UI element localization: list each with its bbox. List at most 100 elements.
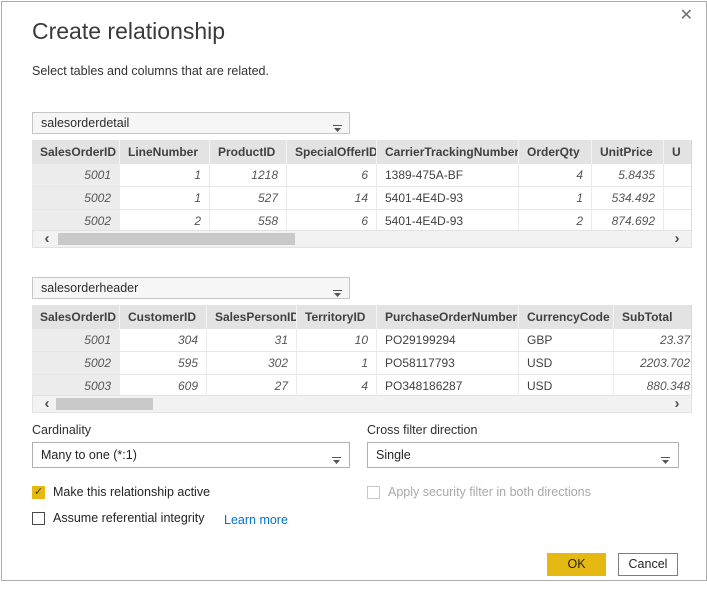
table-cell[interactable]: 5001 xyxy=(32,164,120,186)
table-cell[interactable]: 1 xyxy=(120,164,210,186)
column-header[interactable]: SalesPersonID xyxy=(207,305,297,329)
create-relationship-dialog: ✕ Create relationship Select tables and … xyxy=(1,1,707,581)
chevron-down-icon xyxy=(661,453,670,467)
column-header[interactable]: PurchaseOrderNumber xyxy=(377,305,519,329)
table-cell[interactable]: PO348186287 xyxy=(377,375,519,397)
scroll-left-icon[interactable]: ‹ xyxy=(39,396,55,412)
dialog-subtitle: Select tables and columns that are relat… xyxy=(32,64,269,78)
cardinality-value: Many to one (*:1) xyxy=(41,448,137,462)
table1-selector-value: salesorderdetail xyxy=(41,116,129,130)
learn-more-link[interactable]: Learn more xyxy=(224,513,288,527)
table-cell[interactable]: 304 xyxy=(120,329,207,351)
table-cell[interactable]: 1 xyxy=(297,352,377,374)
column-header[interactable]: UnitPrice xyxy=(592,140,664,164)
cardinality-dropdown[interactable]: Many to one (*:1) xyxy=(32,442,350,468)
table-cell[interactable]: 5401-4E4D-93 xyxy=(377,210,519,232)
table-cell[interactable]: 4 xyxy=(297,375,377,397)
column-header[interactable]: CarrierTrackingNumber xyxy=(377,140,519,164)
dialog-title: Create relationship xyxy=(32,18,225,45)
close-icon[interactable]: ✕ xyxy=(680,8,693,24)
make-relationship-active-option: ✓ Make this relationship active xyxy=(32,485,210,499)
table-cell[interactable]: 880.348 xyxy=(614,375,692,397)
column-header[interactable]: SalesOrderID xyxy=(32,140,120,164)
table-cell[interactable]: 6 xyxy=(287,164,377,186)
assume-referential-integrity-label: Assume referential integrity xyxy=(53,511,204,525)
table1-header-row: SalesOrderID LineNumber ProductID Specia… xyxy=(32,140,692,164)
table-cell[interactable]: 1389-475A-BF xyxy=(377,164,519,186)
table-cell[interactable]: 5.8435 xyxy=(592,164,664,186)
table2-selector-dropdown[interactable]: salesorderheader xyxy=(32,277,350,299)
checkbox-disabled-icon xyxy=(367,486,380,499)
table-cell[interactable] xyxy=(664,164,692,186)
scroll-right-icon[interactable]: › xyxy=(669,396,685,412)
table-cell[interactable]: 302 xyxy=(207,352,297,374)
checkbox-unchecked-icon[interactable] xyxy=(32,512,45,525)
checkbox-checked-icon[interactable]: ✓ xyxy=(32,486,45,499)
column-header[interactable]: U xyxy=(664,140,692,164)
table-cell[interactable] xyxy=(664,187,692,209)
table-row: 5002 1 527 14 5401-4E4D-93 1 534.492 xyxy=(32,187,692,210)
table-cell[interactable]: 2 xyxy=(519,210,592,232)
scrollbar-thumb[interactable] xyxy=(56,398,153,410)
table-cell[interactable]: 5002 xyxy=(32,187,120,209)
scroll-left-icon[interactable]: ‹ xyxy=(39,231,55,247)
ok-button[interactable]: OK xyxy=(547,553,606,576)
table-cell[interactable]: 14 xyxy=(287,187,377,209)
table1-horizontal-scrollbar[interactable]: ‹ › xyxy=(32,230,692,248)
column-header[interactable]: SpecialOfferID xyxy=(287,140,377,164)
table-cell[interactable]: GBP xyxy=(519,329,614,351)
table-cell[interactable]: 5003 xyxy=(32,375,120,397)
column-header[interactable]: SubTotal xyxy=(614,305,692,329)
table-cell[interactable]: 5002 xyxy=(32,352,120,374)
table-cell[interactable]: PO29199294 xyxy=(377,329,519,351)
column-header[interactable]: ProductID xyxy=(210,140,287,164)
chevron-down-icon xyxy=(332,453,341,467)
table-cell[interactable]: PO58117793 xyxy=(377,352,519,374)
chevron-down-icon xyxy=(333,121,342,135)
cross-filter-direction-dropdown[interactable]: Single xyxy=(367,442,679,468)
column-header[interactable]: TerritoryID xyxy=(297,305,377,329)
table-cell[interactable]: 4 xyxy=(519,164,592,186)
table-cell[interactable]: 1 xyxy=(519,187,592,209)
table-cell[interactable]: 609 xyxy=(120,375,207,397)
table-cell[interactable]: 5001 xyxy=(32,329,120,351)
table-cell[interactable]: 1 xyxy=(120,187,210,209)
table2-horizontal-scrollbar[interactable]: ‹ › xyxy=(32,395,692,413)
column-header[interactable]: CustomerID xyxy=(120,305,207,329)
table-cell[interactable]: 5002 xyxy=(32,210,120,232)
table-row: 5001 304 31 10 PO29199294 GBP 23.37 xyxy=(32,329,692,352)
table-cell[interactable]: 31 xyxy=(207,329,297,351)
assume-referential-integrity-option: Assume referential integrity xyxy=(32,511,204,525)
table-cell[interactable] xyxy=(664,210,692,232)
table1-selector-dropdown[interactable]: salesorderdetail xyxy=(32,112,350,134)
scrollbar-thumb[interactable] xyxy=(58,233,295,245)
column-header[interactable]: CurrencyCode xyxy=(519,305,614,329)
table-cell[interactable]: 5401-4E4D-93 xyxy=(377,187,519,209)
column-header[interactable]: LineNumber xyxy=(120,140,210,164)
table-cell[interactable]: 23.37 xyxy=(614,329,692,351)
table-cell[interactable]: 2203.702 xyxy=(614,352,692,374)
column-header[interactable]: OrderQty xyxy=(519,140,592,164)
table-cell[interactable]: 1218 xyxy=(210,164,287,186)
chevron-down-icon xyxy=(333,286,342,300)
apply-security-filter-label: Apply security filter in both directions xyxy=(388,485,591,499)
table-cell[interactable]: 595 xyxy=(120,352,207,374)
column-header[interactable]: SalesOrderID xyxy=(32,305,120,329)
table-cell[interactable]: USD xyxy=(519,375,614,397)
cancel-button[interactable]: Cancel xyxy=(618,553,678,576)
table-cell[interactable]: 558 xyxy=(210,210,287,232)
table2-preview: SalesOrderID CustomerID SalesPersonID Te… xyxy=(32,305,692,398)
scroll-right-icon[interactable]: › xyxy=(669,231,685,247)
table-cell[interactable]: USD xyxy=(519,352,614,374)
cardinality-label: Cardinality xyxy=(32,423,91,437)
table-cell[interactable]: 874.692 xyxy=(592,210,664,232)
table-cell[interactable]: 6 xyxy=(287,210,377,232)
table-cell[interactable]: 10 xyxy=(297,329,377,351)
table-cell[interactable]: 27 xyxy=(207,375,297,397)
cross-filter-direction-label: Cross filter direction xyxy=(367,423,477,437)
make-relationship-active-label: Make this relationship active xyxy=(53,485,210,499)
table-cell[interactable]: 527 xyxy=(210,187,287,209)
table2-selector-value: salesorderheader xyxy=(41,281,138,295)
table-cell[interactable]: 2 xyxy=(120,210,210,232)
table-cell[interactable]: 534.492 xyxy=(592,187,664,209)
